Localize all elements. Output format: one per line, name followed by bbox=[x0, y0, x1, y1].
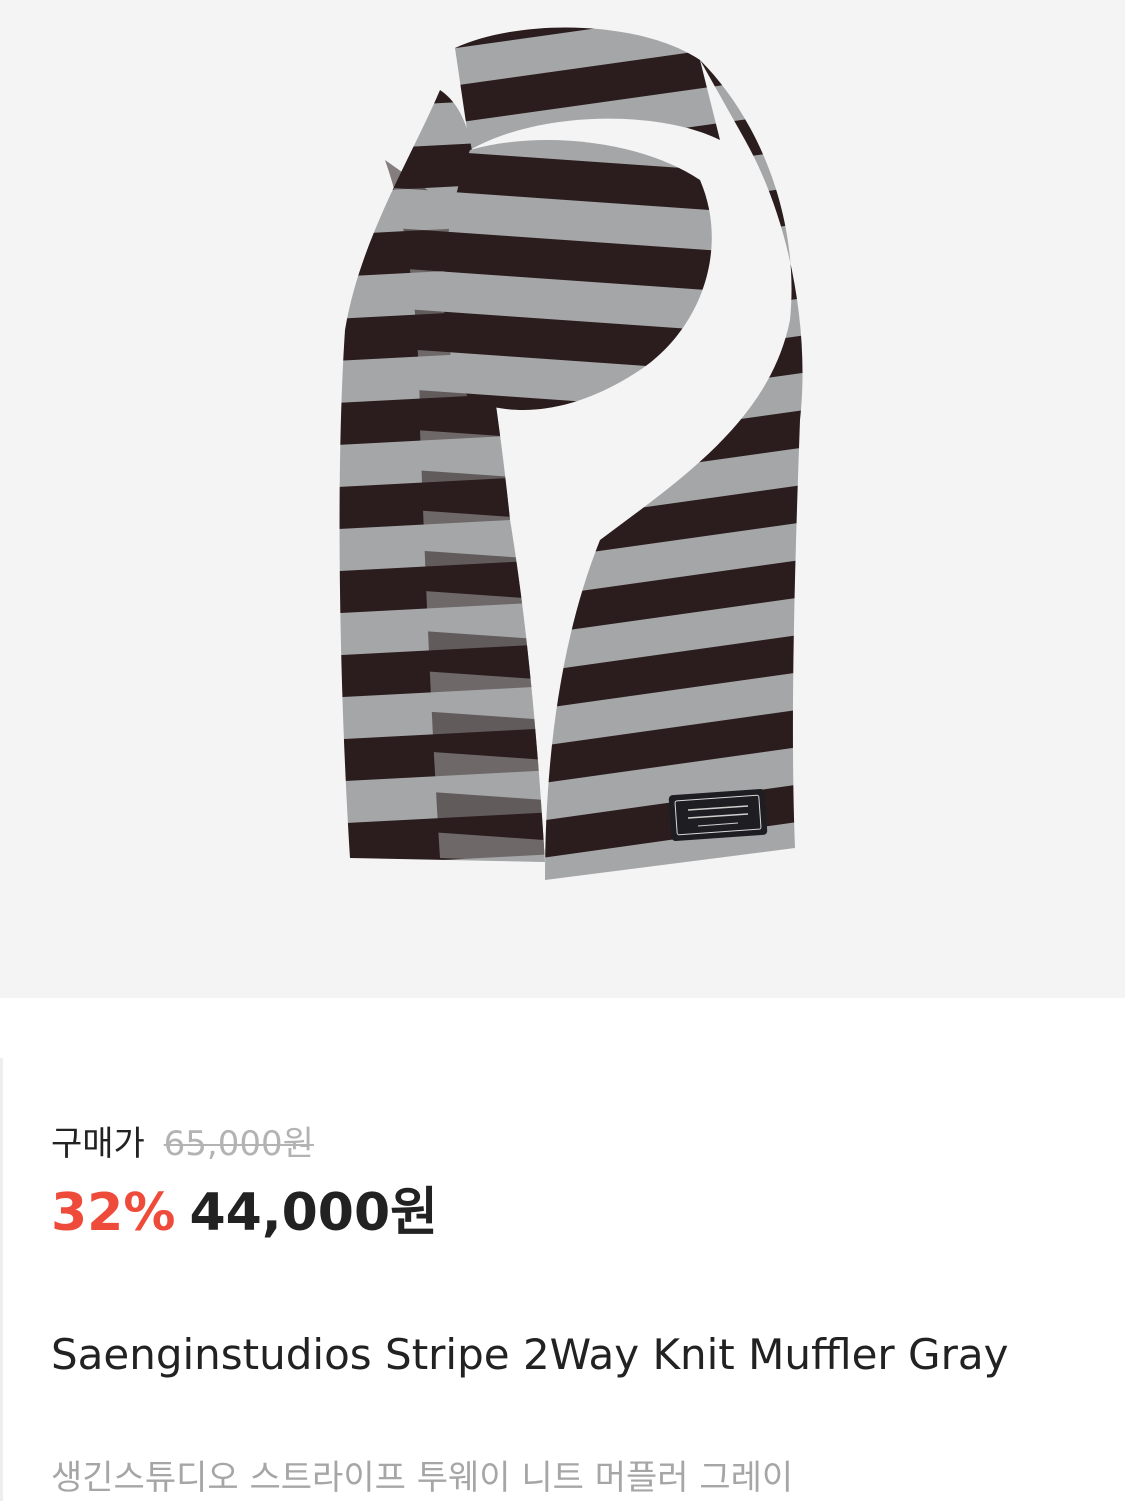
scarf-wrap bbox=[443, 140, 712, 410]
discount-rate: 32% bbox=[51, 1183, 176, 1243]
scarf-neck-back bbox=[455, 27, 720, 151]
scarf-image bbox=[339, 27, 803, 880]
brand-label-patch bbox=[668, 788, 768, 842]
original-price-row: 구매가 65,000원 bbox=[51, 1122, 314, 1166]
product-info: 구매가 65,000원 32% 44,000원 Saenginstudios St… bbox=[0, 1058, 1125, 1501]
sale-price-row: 32% 44,000원 bbox=[51, 1180, 438, 1246]
product-name-ko: 생긴스튜디오 스트라이프 투웨이 니트 머플러 그레이 bbox=[51, 1458, 794, 1498]
product-name-en: Saenginstudios Stripe 2Way Knit Muffler … bbox=[51, 1330, 1009, 1379]
product-image[interactable] bbox=[0, 0, 1125, 998]
sale-price: 44,000원 bbox=[189, 1183, 438, 1243]
price-label: 구매가 bbox=[51, 1124, 145, 1164]
original-price: 65,000원 bbox=[163, 1124, 314, 1164]
section-spacer bbox=[0, 998, 1125, 1058]
product-detail-page: 구매가 65,000원 32% 44,000원 Saenginstudios St… bbox=[0, 0, 1125, 1501]
